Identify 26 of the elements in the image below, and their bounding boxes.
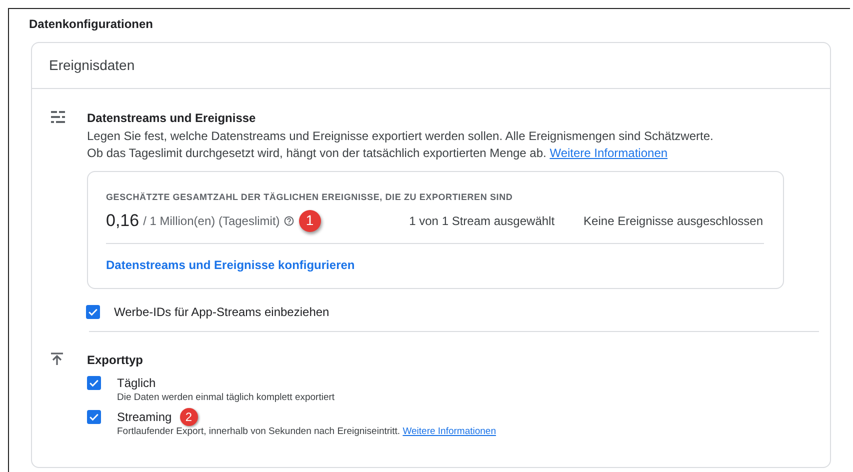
card-title: Ereignisdaten: [49, 56, 135, 75]
option-label: Täglich: [117, 375, 156, 391]
callout-badge: 2: [180, 408, 198, 426]
section-title: Exporttyp: [87, 352, 144, 369]
option-description: Fortlaufender Export, innerhalb von Sekunden nach Ereigniseintritt. Weitere Informationen: [117, 425, 496, 438]
checkbox[interactable]: [86, 305, 100, 319]
exclusion-status: Keine Ereignisse ausgeschlossen: [584, 212, 763, 230]
checkbox-label: Werbe-IDs für App-Streams einbeziehen: [114, 304, 330, 321]
more-info-link[interactable]: Weitere Informationen: [550, 146, 668, 160]
section-title: Datenstreams und Ereignisse: [87, 110, 257, 127]
checkbox[interactable]: [87, 410, 101, 424]
option-label: Streaming: [117, 409, 172, 425]
limit-text: / 1 Million(en) (Tageslimit): [143, 212, 280, 230]
estimate-label: GESCHÄTZTE GESAMTZAHL DER TÄGLICHEN EREIGNISSE, DIE ZU EXPORTIEREN SIND: [106, 191, 514, 204]
checkbox[interactable]: [87, 376, 101, 390]
estimate-value: 0,16: [106, 210, 140, 232]
more-info-link[interactable]: Weitere Informationen: [402, 426, 496, 437]
section-description: Legen Sie fest, welche Datenstreams und Ereignisse exportiert werden sollen. Alle Ereignismengen sind Schätzwerte. Ob das Tageslimit durchgesetzt wird, hängt von der tatsächlich exportierten Menge ab. Weitere Informationen: [87, 128, 714, 162]
tune-icon: [50, 110, 66, 124]
option-description: Die Daten werden einmal täglich komplett exportiert: [117, 391, 335, 404]
page-title: Datenkonfigurationen: [29, 16, 154, 33]
callout-badge: 1: [298, 210, 321, 232]
upload-icon: [50, 352, 64, 366]
stream-count: 1 von 1 Stream ausgewählt: [409, 212, 555, 230]
help-icon[interactable]: [284, 216, 294, 226]
configure-link[interactable]: Datenstreams und Ereignisse konfigurieren: [106, 256, 355, 274]
